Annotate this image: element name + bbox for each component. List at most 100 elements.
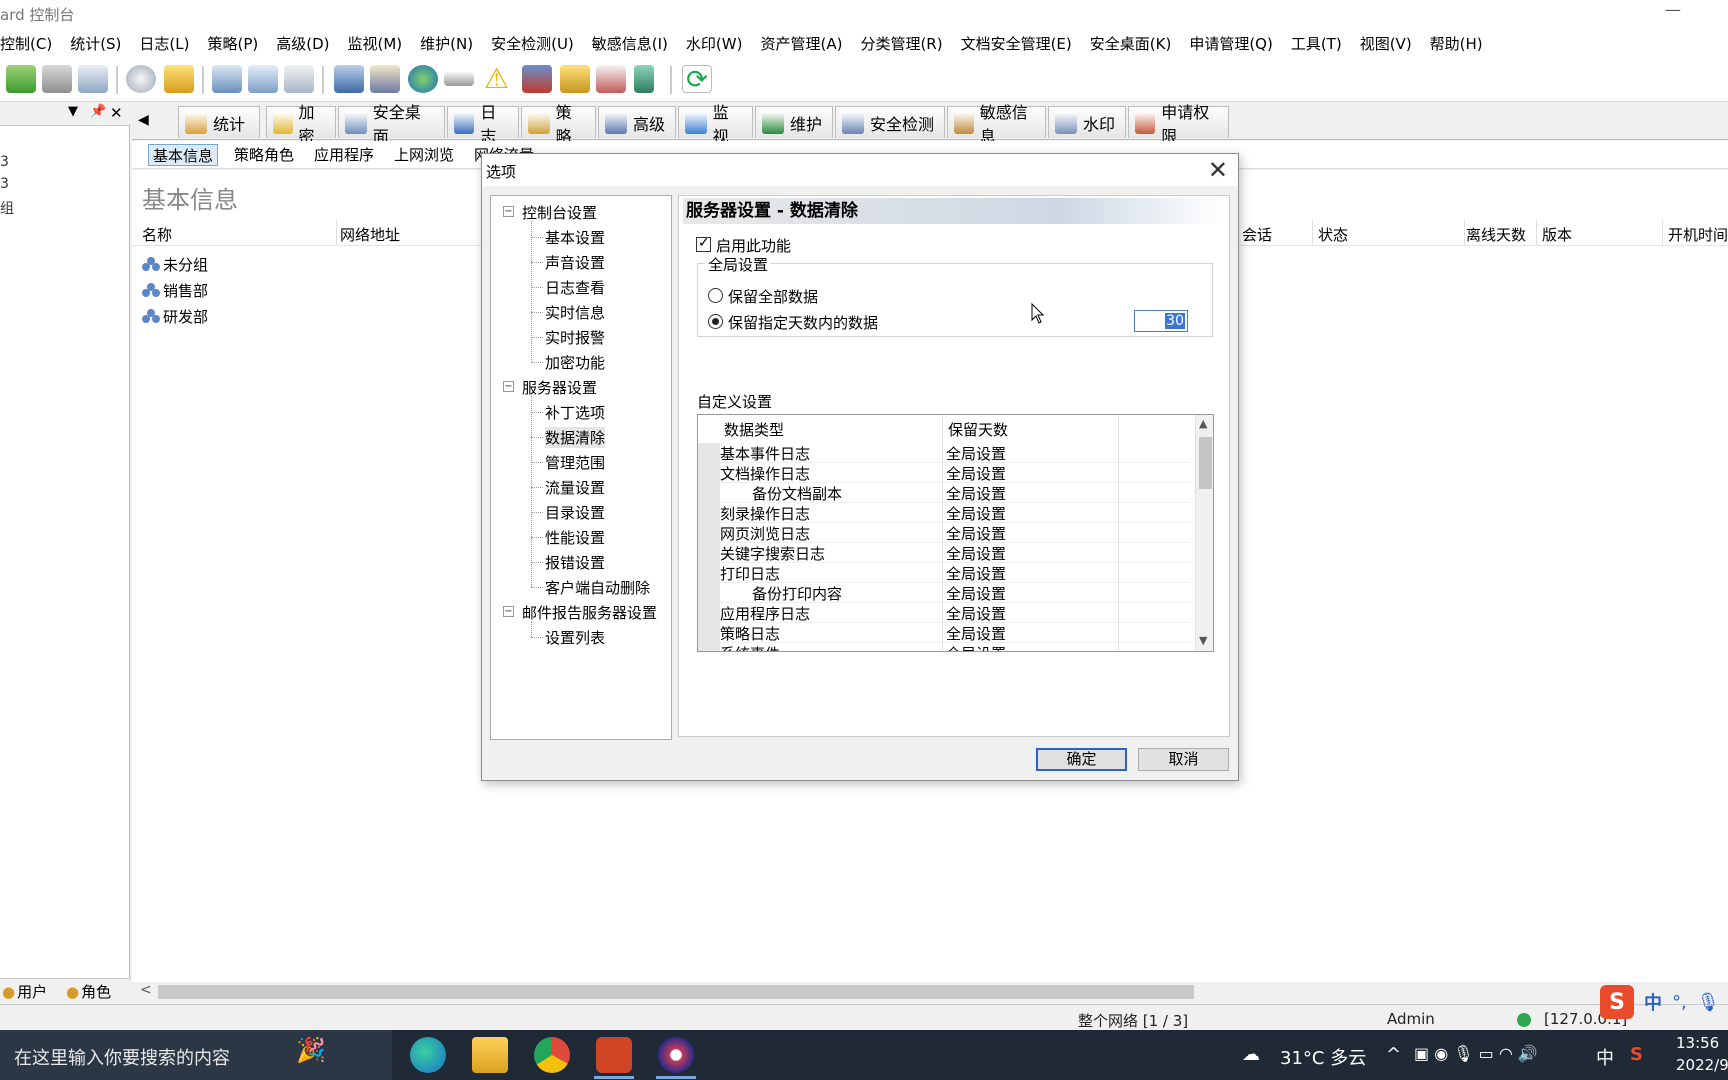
grid-header-days[interactable]: 保留天数	[948, 419, 1008, 440]
grid-cell-days[interactable]: 全局设置	[946, 623, 1006, 644]
grid-header-type[interactable]: 数据类型	[724, 419, 784, 440]
weather-text[interactable]: 31°C 多云	[1280, 1044, 1366, 1070]
menu-item[interactable]: 敏感信息(I)	[583, 33, 677, 54]
enable-checkbox[interactable]	[696, 235, 711, 252]
radio-keep-all[interactable]	[708, 288, 723, 303]
weather-icon[interactable]: ☁	[1242, 1044, 1260, 1065]
tree-fragment[interactable]: 组	[0, 198, 14, 218]
doc-tab[interactable]: 维护	[755, 106, 833, 138]
cancel-button[interactable]: 取消	[1138, 748, 1229, 771]
powerpoint-icon[interactable]	[596, 1037, 632, 1073]
col-offline-days[interactable]: 离线天数	[1466, 224, 1526, 245]
tree-item[interactable]: 性能设置	[545, 527, 605, 548]
col-boot-time[interactable]: 开机时间	[1668, 224, 1728, 245]
note-icon[interactable]	[164, 65, 194, 93]
tree-item[interactable]: 基本设置	[545, 227, 605, 248]
grid-cell-type[interactable]: 备份文档副本	[752, 483, 842, 504]
tree-collapse-icon[interactable]: −	[503, 381, 514, 392]
grid-cell-type[interactable]: 关键字搜索日志	[720, 543, 825, 564]
lock-icon[interactable]	[560, 65, 590, 93]
enable-label[interactable]: 启用此功能	[716, 235, 791, 256]
col-network-address[interactable]: 网络地址	[340, 224, 400, 245]
grid-column-divider[interactable]	[942, 415, 943, 651]
report-icon[interactable]	[370, 65, 400, 93]
tree-item[interactable]: 实时报警	[545, 327, 605, 348]
group-row[interactable]: 未分组	[142, 254, 208, 275]
grid-cell-days[interactable]: 全局设置	[946, 543, 1006, 564]
tree-collapse-icon[interactable]: −	[503, 606, 514, 617]
edit-icon[interactable]	[596, 65, 626, 93]
grid-cell-days[interactable]: 全局设置	[946, 603, 1006, 624]
grid-cell-type[interactable]: 系统事件	[720, 643, 780, 651]
menu-item[interactable]: 帮助(H)	[1421, 33, 1492, 54]
menu-item[interactable]: 安全检测(U)	[482, 33, 583, 54]
grid-cell-type[interactable]: 刻录操作日志	[720, 503, 810, 524]
menu-item[interactable]: 监视(M)	[339, 33, 412, 54]
menu-item[interactable]: 资产管理(A)	[751, 33, 851, 54]
print-preview-icon[interactable]	[78, 65, 108, 93]
screen-recorder-icon[interactable]	[658, 1037, 694, 1073]
close-icon[interactable]: ✕	[110, 104, 123, 122]
col-session[interactable]: 会话	[1242, 224, 1272, 245]
punctuation-icon[interactable]: °,	[1672, 992, 1687, 1013]
tree-item[interactable]: 目录设置	[545, 502, 605, 523]
grid-vertical-scrollbar[interactable]: ▲ ▼	[1195, 415, 1213, 651]
tree-collapse-icon[interactable]: −	[503, 206, 514, 217]
doc-tab[interactable]: 策略	[521, 103, 596, 146]
menu-item[interactable]: 维护(N)	[411, 33, 482, 54]
doc-tab[interactable]: 统计	[178, 106, 260, 138]
minimize-button[interactable]: —	[1665, 0, 1689, 26]
login-icon[interactable]	[6, 65, 36, 93]
subtab-basic-info[interactable]: 基本信息	[148, 144, 219, 166]
doc-tab[interactable]: 敏感信息	[947, 103, 1046, 146]
days-input[interactable]: 30	[1134, 310, 1188, 332]
tree-fragment[interactable]: 3	[0, 154, 9, 170]
column-divider[interactable]	[1464, 220, 1465, 246]
tree-item[interactable]: 客户端自动删除	[545, 577, 650, 598]
taskbar-search[interactable]: 在这里输入你要搜索的内容	[0, 1030, 392, 1080]
col-status[interactable]: 状态	[1318, 224, 1348, 245]
tree-item[interactable]: 设置列表	[545, 627, 605, 648]
computer-icon[interactable]	[334, 65, 364, 93]
scrollbar-thumb[interactable]	[158, 985, 1194, 999]
grid-cell-days[interactable]: 全局设置	[946, 563, 1006, 584]
subtab-web-browsing[interactable]: 上网浏览	[390, 144, 458, 166]
search-highlight-icon[interactable]: 🎉	[296, 1036, 326, 1064]
tree-item[interactable]: 日志查看	[545, 277, 605, 298]
grid-cell-type[interactable]: 文档操作日志	[720, 463, 810, 484]
firewall-icon[interactable]	[522, 65, 552, 93]
doc-tab[interactable]: 高级	[598, 106, 676, 138]
menu-item[interactable]: 分类管理(R)	[851, 33, 951, 54]
group-row[interactable]: 销售部	[142, 280, 208, 301]
pin-icon[interactable]: 📌	[90, 104, 106, 119]
doc-tab[interactable]: 安全检测	[835, 106, 945, 138]
scroll-down-icon[interactable]: ▼	[1199, 634, 1207, 647]
subtab-policy-role[interactable]: 策略角色	[230, 144, 298, 166]
tree-fragment[interactable]: 3	[0, 176, 9, 192]
doc-tab[interactable]: 加密	[266, 103, 336, 146]
menu-item[interactable]: 高级(D)	[267, 33, 338, 54]
tree-item[interactable]: 加密功能	[545, 352, 605, 373]
menu-item[interactable]: 水印(W)	[677, 33, 752, 54]
column-divider[interactable]	[336, 220, 337, 246]
tree-group[interactable]: 服务器设置	[522, 377, 597, 398]
grid-cell-days[interactable]: 全局设置	[946, 583, 1006, 604]
tree-group[interactable]: 邮件报告服务器设置	[522, 602, 657, 623]
tray-icons[interactable]: ▣ ◉ 🎙 ▭ ◠ 🔊	[1414, 1044, 1538, 1063]
globe-icon[interactable]	[408, 65, 438, 93]
grid-column-divider[interactable]	[1118, 415, 1119, 651]
close-icon[interactable]: ✕	[1208, 156, 1228, 184]
refresh-icon[interactable]: ⟳	[682, 65, 712, 94]
warning-icon[interactable]: ⚠	[484, 65, 514, 93]
grid-cell-type[interactable]: 备份打印内容	[752, 583, 842, 604]
dropdown-icon[interactable]: ▼	[68, 104, 78, 119]
radio-keep-days[interactable]	[708, 314, 723, 329]
tree-item[interactable]: 报错设置	[545, 552, 605, 573]
tree-item[interactable]: 管理范围	[545, 452, 605, 473]
radio-keep-days-label[interactable]: 保留指定天数内的数据	[728, 312, 878, 333]
doc-tab[interactable]: 日志	[447, 103, 519, 146]
ime-indicator[interactable]: 中	[1596, 1044, 1614, 1070]
col-version[interactable]: 版本	[1542, 224, 1572, 245]
column-divider[interactable]	[1536, 220, 1537, 246]
tree-group[interactable]: 控制台设置	[522, 202, 597, 223]
